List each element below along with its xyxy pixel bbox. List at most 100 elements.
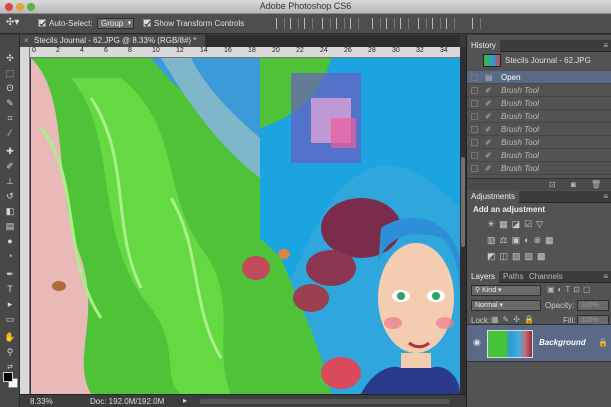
blur-tool-icon[interactable]: ● bbox=[4, 236, 16, 247]
history-state-item[interactable]: ✐ Brush Tool bbox=[467, 162, 611, 175]
status-menu-arrow-icon[interactable]: ▸ bbox=[183, 396, 187, 405]
move-tool-icon[interactable]: ✣▾ bbox=[6, 17, 19, 28]
document-tab-bar: × Stecils Journal - 62.JPG @ 8.33% (RGB/… bbox=[20, 35, 460, 47]
dodge-tool-icon[interactable]: ◔ bbox=[4, 251, 16, 262]
tab-history[interactable]: History bbox=[467, 40, 500, 52]
vertical-ruler[interactable] bbox=[20, 47, 30, 394]
ruler-tick-label: 6 bbox=[104, 47, 108, 54]
tab-channels[interactable]: Channels bbox=[525, 271, 567, 283]
distribute-hcenter-icon[interactable] bbox=[432, 18, 441, 29]
distribute-bottom-icon[interactable] bbox=[400, 18, 409, 29]
distribute-vcenter-icon[interactable] bbox=[386, 18, 395, 29]
history-brush-source-box[interactable] bbox=[471, 100, 478, 107]
auto-select-value: Group bbox=[97, 18, 135, 29]
foreground-color-swatch[interactable] bbox=[3, 372, 13, 382]
lasso-tool-icon[interactable]: ʘ bbox=[4, 83, 16, 94]
history-state-item[interactable]: ✐ Brush Tool bbox=[467, 149, 611, 162]
create-snapshot-icon[interactable]: ◙ bbox=[571, 179, 576, 191]
clone-stamp-tool-icon[interactable]: ⊥ bbox=[4, 176, 16, 187]
path-select-tool-icon[interactable]: ▸ bbox=[4, 299, 16, 310]
align-bottom-icon[interactable] bbox=[304, 18, 313, 29]
layer-row-background[interactable]: ◉ Background 🔒 bbox=[467, 324, 611, 362]
history-state-item[interactable]: ✐ Brush Tool bbox=[467, 136, 611, 149]
healing-brush-tool-icon[interactable]: ✚ bbox=[4, 146, 16, 157]
panel-menu-icon[interactable]: ≡ bbox=[603, 271, 608, 283]
align-vcenter-icon[interactable] bbox=[290, 18, 299, 29]
tab-paths[interactable]: Paths bbox=[499, 271, 527, 283]
align-hcenter-icon[interactable] bbox=[336, 18, 345, 29]
ruler-tick-label: 32 bbox=[416, 47, 424, 54]
hand-tool-icon[interactable]: ✋ bbox=[4, 332, 16, 343]
zoom-tool-icon[interactable]: ⚲ bbox=[4, 347, 16, 358]
blend-mode-dropdown[interactable]: Normal ▾ bbox=[471, 300, 541, 311]
options-bar: ✣▾ Auto-Select: Group Show Transform Con… bbox=[0, 14, 611, 34]
lock-icons[interactable]: ▦✎✣🔒 bbox=[491, 315, 538, 324]
auto-select-checkbox[interactable]: Auto-Select: bbox=[38, 19, 93, 28]
horizontal-ruler[interactable]: 0 2 4 6 8 10 12 14 16 18 20 22 24 26 28 30 32 34 bbox=[30, 47, 460, 58]
document-size-info[interactable]: Doc: 192.0M/192.0M bbox=[90, 397, 164, 406]
history-brush-source-box[interactable] bbox=[471, 165, 478, 172]
history-snapshot[interactable]: Stecils Journal - 62.JPG bbox=[467, 53, 611, 69]
ruler-tick-label: 30 bbox=[392, 47, 400, 54]
document-tab[interactable]: × Stecils Journal - 62.JPG @ 8.33% (RGB/… bbox=[20, 35, 205, 47]
distribute-top-icon[interactable] bbox=[372, 18, 381, 29]
zoom-level[interactable]: 8.33% bbox=[30, 397, 53, 406]
type-tool-icon[interactable]: T bbox=[4, 284, 16, 295]
adjustment-icons-row-1[interactable]: ☀▦◪☑▽ bbox=[487, 219, 547, 230]
history-brush-source-box[interactable] bbox=[471, 74, 478, 81]
ruler-tick-label: 14 bbox=[200, 47, 208, 54]
auto-select-dropdown[interactable]: Group bbox=[97, 18, 135, 29]
align-top-icon[interactable] bbox=[276, 18, 285, 29]
history-state-item[interactable]: ✐ Brush Tool bbox=[467, 110, 611, 123]
history-state-item[interactable]: ✐ Brush Tool bbox=[467, 84, 611, 97]
opacity-field[interactable]: 100% bbox=[577, 300, 609, 311]
shape-tool-icon[interactable]: ▭ bbox=[4, 314, 16, 325]
pen-tool-icon[interactable]: ✒ bbox=[4, 269, 16, 280]
history-brush-tool-icon[interactable]: ↺ bbox=[4, 191, 16, 202]
eyedropper-tool-icon[interactable]: ⁄ bbox=[4, 128, 16, 139]
document-canvas[interactable] bbox=[31, 58, 460, 394]
move-tool-icon[interactable]: ✣ bbox=[4, 53, 16, 64]
artwork-image bbox=[31, 58, 460, 394]
tab-adjustments[interactable]: Adjustments bbox=[467, 191, 520, 203]
adjustment-icons-row-2[interactable]: ▥⚖▣◐⊗▦ bbox=[487, 235, 558, 246]
gradient-tool-icon[interactable]: ▤ bbox=[4, 221, 16, 232]
history-state-item[interactable]: ✐ Brush Tool bbox=[467, 123, 611, 136]
marquee-tool-icon[interactable]: ⬚ bbox=[4, 68, 16, 79]
ruler-tick-label: 2 bbox=[56, 47, 60, 54]
eye-icon[interactable]: ◉ bbox=[473, 337, 481, 348]
history-brush-source-box[interactable] bbox=[471, 113, 478, 120]
history-state-item[interactable]: ▤ Open bbox=[467, 71, 611, 84]
adjustment-icons-row-3[interactable]: ◩◫▧▨▩ bbox=[487, 251, 550, 262]
new-document-from-state-icon[interactable]: ⊡ bbox=[549, 179, 556, 191]
horizontal-scrollbar[interactable] bbox=[200, 399, 450, 404]
history-brush-source-box[interactable] bbox=[471, 152, 478, 159]
delete-state-icon[interactable]: 🗑 bbox=[591, 179, 601, 191]
brush-icon: ✐ bbox=[485, 99, 492, 108]
layer-filter-icons[interactable]: ▣◐T⊡▢ bbox=[547, 285, 594, 294]
eraser-tool-icon[interactable]: ◧ bbox=[4, 206, 16, 217]
history-state-label: Open bbox=[501, 73, 521, 82]
distribute-right-icon[interactable] bbox=[446, 18, 455, 29]
history-brush-source-box[interactable] bbox=[471, 139, 478, 146]
panel-menu-icon[interactable]: ≡ bbox=[603, 191, 608, 203]
adjustments-panel-header: Adjustments ≡ bbox=[467, 191, 611, 203]
align-left-icon[interactable] bbox=[322, 18, 331, 29]
brush-tool-icon[interactable]: ✐ bbox=[4, 161, 16, 172]
layer-name[interactable]: Background bbox=[539, 338, 586, 347]
snapshot-name: Stecils Journal - 62.JPG bbox=[505, 56, 591, 65]
show-transform-checkbox[interactable]: Show Transform Controls bbox=[143, 19, 244, 28]
history-brush-source-box[interactable] bbox=[471, 126, 478, 133]
distribute-left-icon[interactable] bbox=[418, 18, 427, 29]
quick-select-tool-icon[interactable]: ✎ bbox=[4, 98, 16, 109]
align-right-icon[interactable] bbox=[350, 18, 359, 29]
history-state-item[interactable]: ✐ Brush Tool bbox=[467, 97, 611, 110]
history-brush-source-box[interactable] bbox=[471, 87, 478, 94]
auto-align-icon[interactable] bbox=[472, 18, 481, 29]
close-document-icon[interactable]: × bbox=[24, 35, 29, 47]
tab-layers[interactable]: Layers bbox=[467, 271, 500, 283]
layer-filter-dropdown[interactable]: ⚲ Kind ▾ bbox=[471, 285, 541, 296]
panel-menu-icon[interactable]: ≡ bbox=[603, 40, 608, 52]
crop-tool-icon[interactable]: ⌗ bbox=[4, 113, 16, 124]
scrollbar-thumb[interactable] bbox=[461, 157, 465, 247]
